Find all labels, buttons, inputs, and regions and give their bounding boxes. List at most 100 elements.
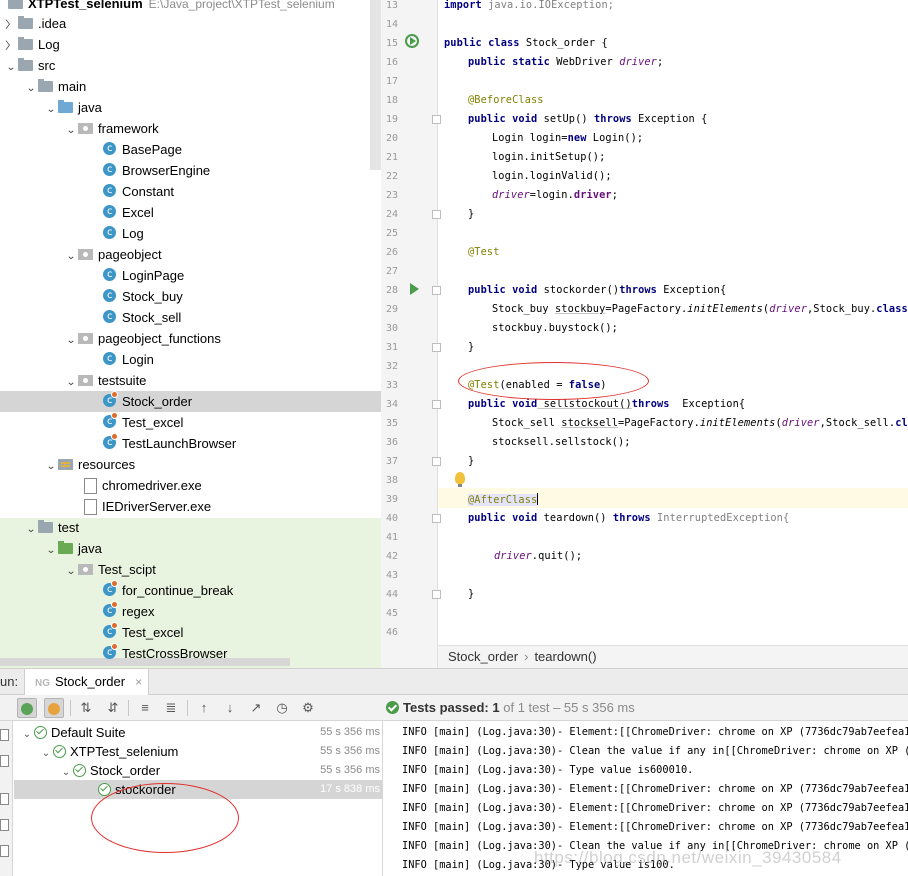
- chevron-down-icon[interactable]: ⌄: [63, 561, 80, 582]
- chevron-right-icon[interactable]: 〉: [3, 36, 20, 57]
- tree-item-stock-sell[interactable]: Stock_sell: [102, 306, 181, 328]
- chevron-down-icon[interactable]: ⌄: [3, 57, 20, 78]
- tree-item-stock-order[interactable]: Stock_order: [0, 390, 381, 412]
- rerun-icon[interactable]: [0, 729, 9, 741]
- tests-passed-count: 1: [492, 700, 500, 715]
- chevron-down-icon[interactable]: ⌄: [43, 540, 60, 561]
- tree-item-log-class[interactable]: Log: [102, 222, 144, 244]
- fold-marker-icon[interactable]: [432, 514, 441, 523]
- collapse-all-button[interactable]: ≣: [161, 698, 181, 718]
- tree-item-login[interactable]: Login: [102, 348, 154, 370]
- chevron-down-icon[interactable]: ⌄: [63, 120, 80, 141]
- next-failed-button[interactable]: ↓: [220, 698, 240, 718]
- breadcrumb[interactable]: Stock_order › teardown(): [438, 645, 908, 668]
- test-node-default-suite[interactable]: ⌄ Default Suite 55 s 356 ms: [14, 723, 383, 742]
- tree-root-item[interactable]: XTPTest_selenium E:\Java_project\XTPTest_…: [8, 0, 335, 14]
- fold-marker-icon[interactable]: [432, 457, 441, 466]
- line-number: 26: [385, 247, 398, 258]
- show-passed-toggle[interactable]: [17, 698, 37, 718]
- run-tab-stock-order[interactable]: NG Stock_order ×: [24, 669, 149, 695]
- tests-passed-label: Tests passed:: [403, 700, 489, 715]
- sort-by-duration-button[interactable]: ⇵: [103, 698, 123, 718]
- tree-item-test-excel-2[interactable]: Test_excel: [102, 621, 183, 643]
- tree-item-regex[interactable]: regex: [102, 600, 155, 622]
- previous-failed-button[interactable]: ↑: [194, 698, 214, 718]
- fold-marker-icon[interactable]: [432, 210, 441, 219]
- code-line-26: @Test: [468, 246, 500, 258]
- tree-item-test-java[interactable]: ⌄ java: [44, 538, 102, 559]
- close-tab-icon[interactable]: ×: [135, 675, 142, 689]
- fold-marker-icon[interactable]: [432, 286, 441, 295]
- tree-item-pageobject-functions[interactable]: ⌄ pageobject_functions: [64, 328, 221, 349]
- tree-item-resources[interactable]: ⌄ resources: [44, 454, 135, 475]
- console-output[interactable]: INFO [main] (Log.java:30)- Element:[[Chr…: [384, 721, 908, 876]
- tree-item-stock-buy[interactable]: Stock_buy: [102, 285, 183, 307]
- intention-bulb-icon[interactable]: [455, 472, 465, 487]
- fold-marker-icon[interactable]: [432, 115, 441, 124]
- test-duration: 55 s 356 ms: [320, 726, 380, 738]
- test-node-project[interactable]: ⌄ XTPTest_selenium 55 s 356 ms: [14, 742, 383, 761]
- tree-item-testcrossbrowser[interactable]: TestCrossBrowser: [102, 642, 227, 664]
- tree-item-excel[interactable]: Excel: [102, 201, 154, 223]
- tree-item-basepage[interactable]: BasePage: [102, 138, 182, 160]
- tree-item-log-folder[interactable]: 〉 Log: [4, 34, 60, 55]
- tree-item-test[interactable]: ⌄ test: [24, 517, 79, 538]
- line-number: 41: [385, 532, 398, 543]
- code-editor[interactable]: 13 14 15 16 17 18 19 20 21 22 23 24 25 2…: [381, 0, 908, 668]
- collapse-all-icon: ≣: [165, 700, 177, 715]
- run-test-gutter-icon[interactable]: [410, 283, 419, 295]
- test-node-stock-order[interactable]: ⌄ Stock_order 55 s 356 ms: [14, 761, 383, 780]
- chevron-down-icon[interactable]: ⌄: [63, 372, 80, 393]
- run-tool-window-header: un: NG Stock_order ×: [0, 668, 908, 695]
- breadcrumb-class[interactable]: Stock_order: [448, 649, 518, 664]
- tree-item-test-scipt[interactable]: ⌄ Test_scipt: [64, 559, 156, 580]
- layout-icon[interactable]: [0, 819, 9, 831]
- tree-item-browserengine[interactable]: BrowserEngine: [102, 159, 210, 181]
- show-ignored-toggle[interactable]: [44, 698, 64, 718]
- line-number: 37: [385, 456, 398, 467]
- chevron-right-icon[interactable]: 〉: [3, 15, 20, 36]
- tree-item-testsuite[interactable]: ⌄ testsuite: [64, 370, 146, 391]
- print-icon[interactable]: [0, 845, 9, 857]
- chevron-down-icon[interactable]: ⌄: [63, 330, 80, 351]
- test-class-icon: [102, 600, 118, 621]
- chevron-down-icon[interactable]: ⌄: [23, 519, 40, 540]
- tree-item-pageobject[interactable]: ⌄ pageobject: [64, 244, 162, 265]
- tree-item-test-excel[interactable]: Test_excel: [102, 411, 183, 433]
- tree-item-testlaunchbrowser[interactable]: TestLaunchBrowser: [102, 432, 236, 454]
- tree-item-main[interactable]: ⌄ main: [24, 76, 86, 97]
- tree-item-iedriverserver[interactable]: IEDriverServer.exe: [82, 496, 211, 517]
- tree-item-main-java[interactable]: ⌄ java: [44, 97, 102, 118]
- breadcrumb-method[interactable]: teardown(): [534, 649, 596, 664]
- test-source-folder-icon: [58, 541, 74, 555]
- settings-button[interactable]: ⚙: [298, 698, 318, 718]
- chevron-down-icon[interactable]: ⌄: [23, 78, 40, 99]
- folder-icon: [38, 520, 54, 534]
- tree-item-label: framework: [98, 121, 159, 136]
- export-results-button[interactable]: ↗: [246, 698, 266, 718]
- sort-alphabetically-button[interactable]: ⇅: [76, 698, 96, 718]
- tree-vertical-scrollbar[interactable]: [370, 0, 381, 170]
- stop-icon[interactable]: [0, 755, 9, 767]
- line-number: 15: [385, 38, 398, 49]
- chevron-down-icon[interactable]: ⌄: [43, 456, 60, 477]
- tree-item-chromedriver[interactable]: chromedriver.exe: [82, 475, 202, 496]
- tree-item-label: .idea: [38, 16, 67, 31]
- fold-marker-icon[interactable]: [432, 343, 441, 352]
- run-class-gutter-icon[interactable]: [405, 34, 419, 48]
- test-duration: 55 s 356 ms: [320, 764, 380, 776]
- tree-item-for-continue-break[interactable]: for_continue_break: [102, 579, 233, 601]
- pin-icon[interactable]: [0, 793, 9, 805]
- tree-item-src[interactable]: ⌄ src: [4, 55, 55, 76]
- tree-item-idea[interactable]: 〉 .idea: [4, 13, 66, 34]
- resources-folder-icon: [58, 457, 74, 471]
- fold-marker-icon[interactable]: [432, 590, 441, 599]
- chevron-down-icon[interactable]: ⌄: [43, 99, 60, 120]
- tree-item-loginpage[interactable]: LoginPage: [102, 264, 184, 286]
- fold-marker-icon[interactable]: [432, 400, 441, 409]
- expand-all-button[interactable]: ≡: [135, 698, 155, 718]
- chevron-down-icon[interactable]: ⌄: [63, 246, 80, 267]
- tree-item-framework[interactable]: ⌄ framework: [64, 118, 159, 139]
- test-history-button[interactable]: ◷: [272, 698, 292, 718]
- tree-item-constant[interactable]: Constant: [102, 180, 174, 202]
